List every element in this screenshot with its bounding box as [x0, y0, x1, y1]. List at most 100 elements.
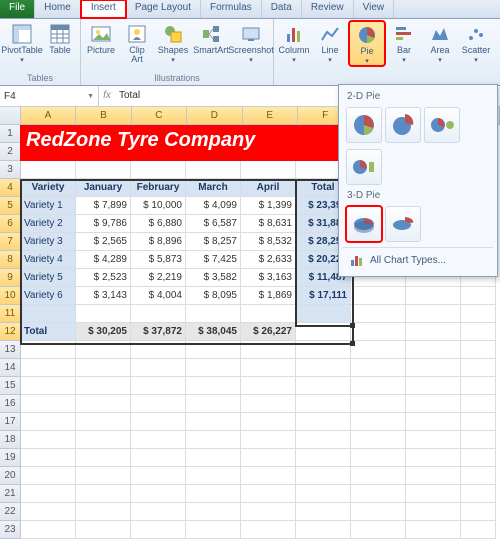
pie-2d-exploded[interactable] — [385, 107, 421, 143]
pie-3d-exploded[interactable] — [385, 206, 421, 242]
all-chart-types[interactable]: All Chart Types... — [343, 247, 493, 272]
col-header-E[interactable]: E — [243, 107, 298, 125]
bar-of-pie[interactable] — [346, 149, 382, 185]
chevron-down-icon: ▼ — [87, 93, 94, 100]
pie-chart-menu: 2-D Pie 3-D Pie All Chart Types... — [338, 84, 498, 277]
tab-bar: File Home Insert Page Layout Formulas Da… — [0, 0, 500, 19]
btn-clipart[interactable]: Clip Art — [120, 21, 154, 64]
pie-2d-basic[interactable] — [346, 107, 382, 143]
total-jan: $ 30,205 — [76, 323, 131, 341]
pivottable-icon — [11, 23, 33, 45]
group-illustrations: Picture Clip Art Shapes▾ SmartArt Screen… — [81, 19, 274, 85]
table-cell: $ 4,289 — [76, 251, 131, 269]
screenshot-icon — [240, 23, 262, 45]
table-icon — [49, 23, 71, 45]
table-cell: $ 2,219 — [131, 269, 186, 287]
header-april: April — [241, 179, 296, 197]
ribbon: PivotTable▾ Table Tables Picture Clip Ar… — [0, 19, 500, 86]
scatter-chart-icon — [465, 23, 487, 45]
group-charts-label — [277, 72, 500, 84]
btn-line-chart[interactable]: Line▾ — [313, 21, 347, 64]
tab-pagelayout[interactable]: Page Layout — [126, 0, 201, 18]
chart-types-icon — [349, 252, 365, 268]
totals-label: Total — [21, 323, 76, 341]
btn-area-chart[interactable]: Area▾ — [423, 21, 457, 64]
group-illustrations-label: Illustrations — [84, 72, 270, 84]
col-header-A[interactable]: A — [21, 107, 76, 125]
smartart-icon — [200, 23, 222, 45]
total-mar: $ 38,045 — [186, 323, 241, 341]
pie-3d-basic[interactable] — [346, 206, 382, 242]
table-cell: $ 3,143 — [76, 287, 131, 305]
column-chart-icon — [283, 23, 305, 45]
tab-formulas[interactable]: Formulas — [201, 0, 262, 18]
btn-screenshot[interactable]: Screenshot▾ — [232, 21, 270, 64]
col-header-B[interactable]: B — [76, 107, 131, 125]
table-cell: $ 3,163 — [241, 269, 296, 287]
total-feb: $ 37,872 — [131, 323, 186, 341]
btn-pie-chart[interactable]: Pie▾ — [349, 21, 385, 66]
bar-chart-icon — [393, 23, 415, 45]
col-header-D[interactable]: D — [187, 107, 242, 125]
group-tables: PivotTable▾ Table Tables — [0, 19, 81, 85]
table-cell: $ 8,257 — [186, 233, 241, 251]
header-march: March — [186, 179, 241, 197]
btn-bar-chart[interactable]: Bar▾ — [387, 21, 421, 64]
fx-icon[interactable]: fx — [99, 86, 115, 106]
pie-chart-icon — [356, 24, 378, 46]
pie-of-pie[interactable] — [424, 107, 460, 143]
select-all-corner[interactable] — [0, 107, 21, 125]
btn-column-chart[interactable]: Column▾ — [277, 21, 311, 64]
table-row-variety: Variety 3 — [21, 233, 76, 251]
table-cell: $ 6,587 — [186, 215, 241, 233]
table-cell: $ 2,523 — [76, 269, 131, 287]
table-cell: $ 1,869 — [241, 287, 296, 305]
tab-data[interactable]: Data — [262, 0, 302, 18]
company-title: RedZone Tyre Company — [20, 125, 350, 161]
table-cell: $ 2,633 — [241, 251, 296, 269]
table-row-variety: Variety 1 — [21, 197, 76, 215]
btn-smartart[interactable]: SmartArt — [192, 21, 230, 55]
pie-2d-title: 2-D Pie — [343, 89, 493, 104]
tab-view[interactable]: View — [354, 0, 395, 18]
table-cell: $ 7,899 — [76, 197, 131, 215]
table-cell: $ 5,873 — [131, 251, 186, 269]
tab-home[interactable]: Home — [35, 0, 81, 18]
table-cell: $ 3,582 — [186, 269, 241, 287]
tab-insert[interactable]: Insert — [81, 0, 126, 18]
table-cell: $ 4,004 — [131, 287, 186, 305]
btn-scatter-chart[interactable]: Scatter▾ — [459, 21, 493, 64]
table-cell: $ 6,880 — [131, 215, 186, 233]
btn-table[interactable]: Table — [43, 21, 77, 55]
total-apr: $ 26,227 — [241, 323, 296, 341]
table-row-variety: Variety 5 — [21, 269, 76, 287]
pie-3d-title: 3-D Pie — [343, 188, 493, 203]
btn-other-charts[interactable]: Oth Cha — [495, 21, 500, 64]
shapes-icon — [162, 23, 184, 45]
header-january: January — [76, 179, 131, 197]
area-chart-icon — [429, 23, 451, 45]
btn-pivottable[interactable]: PivotTable▾ — [3, 21, 41, 64]
table-row-variety: Variety 2 — [21, 215, 76, 233]
header-february: February — [131, 179, 186, 197]
table-cell: $ 8,896 — [131, 233, 186, 251]
table-cell: $ 2,565 — [76, 233, 131, 251]
group-charts: Column▾ Line▾ Pie▾ Bar▾ Area▾ Scatter▾ O… — [274, 19, 500, 85]
tab-file[interactable]: File — [0, 0, 35, 18]
col-header-C[interactable]: C — [132, 107, 187, 125]
group-tables-label: Tables — [3, 72, 77, 84]
btn-shapes[interactable]: Shapes▾ — [156, 21, 190, 64]
table-cell: $ 1,399 — [241, 197, 296, 215]
tab-review[interactable]: Review — [302, 0, 354, 18]
table-cell: $ 7,425 — [186, 251, 241, 269]
table-row-variety: Variety 6 — [21, 287, 76, 305]
header-variety: Variety — [21, 179, 76, 197]
table-cell: $ 8,631 — [241, 215, 296, 233]
clipart-icon — [126, 23, 148, 45]
picture-icon — [90, 23, 112, 45]
table-cell: $ 8,532 — [241, 233, 296, 251]
btn-picture[interactable]: Picture — [84, 21, 118, 55]
table-row-total: $ 17,111 — [296, 287, 351, 305]
table-cell: $ 10,000 — [131, 197, 186, 215]
name-box[interactable]: F4▼ — [0, 86, 99, 106]
